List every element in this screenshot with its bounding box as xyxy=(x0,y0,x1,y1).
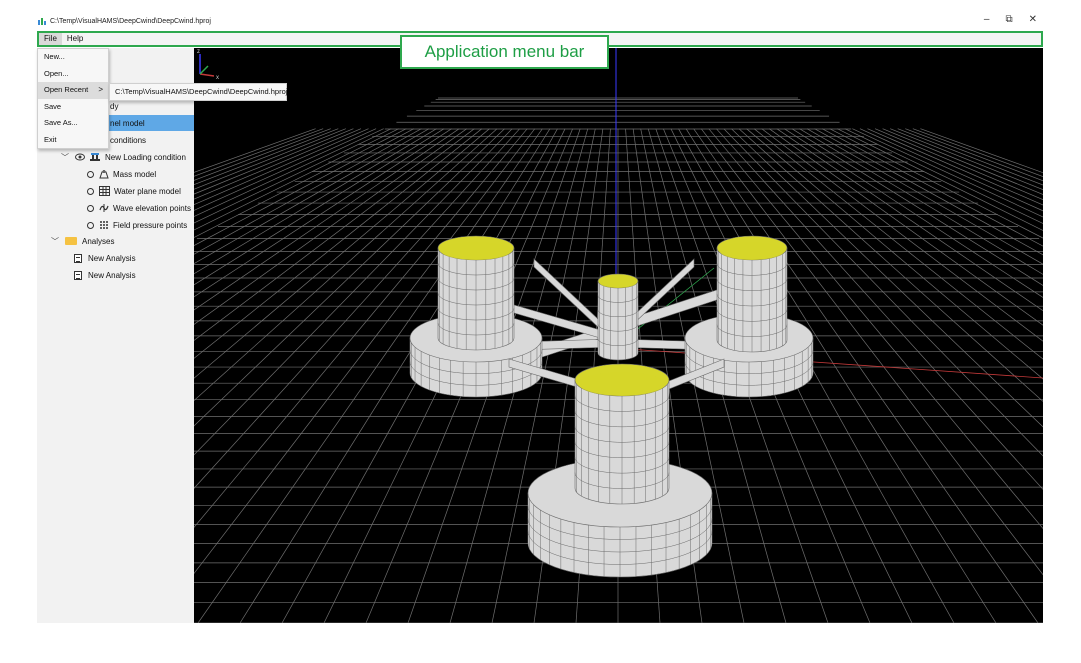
tree-item-label: Field pressure points xyxy=(113,220,188,230)
menu-item-open[interactable]: Open... xyxy=(38,66,108,83)
column xyxy=(716,235,788,353)
tree-item-label: conditions xyxy=(110,135,147,145)
tree-item-loading-condition[interactable]: ﹀ New Loading condition xyxy=(61,149,186,165)
tree-item-label: New Analysis xyxy=(88,253,136,263)
analysis-icon xyxy=(74,270,82,280)
radio-button[interactable] xyxy=(87,170,94,178)
3d-viewport[interactable]: z x xyxy=(194,48,1043,623)
loading-condition-icon xyxy=(90,153,100,161)
app-icon xyxy=(38,18,46,25)
tree-item-label: nel model xyxy=(110,118,145,128)
axis-label-z: z xyxy=(197,49,200,55)
menu-bar-annotation: Application menu bar xyxy=(400,35,609,69)
column xyxy=(574,363,670,505)
chevron-down-icon[interactable]: ﹀ xyxy=(61,152,69,163)
tree-item-wave-elevation-points[interactable]: Wave elevation points xyxy=(87,200,191,216)
menu-item-save-as[interactable]: Save As... xyxy=(38,115,108,132)
chevron-down-icon[interactable]: ﹀ xyxy=(51,236,59,247)
menu-item-open-recent[interactable]: Open Recent > xyxy=(38,82,108,99)
eye-icon[interactable] xyxy=(75,153,85,161)
chevron-right-icon: > xyxy=(98,85,103,95)
tree-item-label: Analyses xyxy=(82,236,115,246)
tree-item-field-pressure-points[interactable]: Field pressure points xyxy=(87,217,187,233)
minimize-button[interactable]: – xyxy=(984,14,990,25)
tree-item-label: dy xyxy=(110,101,119,111)
column xyxy=(437,235,515,351)
axis-triad: z x xyxy=(197,49,219,80)
wave-icon xyxy=(99,204,109,212)
menu-item-save[interactable]: Save xyxy=(38,99,108,116)
tree-item-label: Mass model xyxy=(113,169,157,179)
radio-button[interactable] xyxy=(87,204,94,212)
tree-item-analyses[interactable]: ﹀ Analyses xyxy=(51,233,114,249)
restore-button[interactable]: ⧉ xyxy=(1005,14,1012,25)
tree-item-label: Water plane model xyxy=(114,186,181,196)
close-button[interactable]: ✕ xyxy=(1029,14,1037,25)
tree-item-analysis[interactable]: New Analysis xyxy=(74,250,136,266)
tree-item-label: New Loading condition xyxy=(105,152,186,162)
analysis-icon xyxy=(74,253,82,263)
grid-icon xyxy=(99,186,110,196)
window-title: C:\Temp\VisualHAMS\DeepCwind\DeepCwind.h… xyxy=(50,17,211,25)
menu-file[interactable]: File xyxy=(39,33,62,45)
radio-button[interactable] xyxy=(87,221,94,229)
recent-file-item[interactable]: C:\Temp\VisualHAMS\DeepCwind\DeepCwind.h… xyxy=(115,84,287,100)
column xyxy=(597,273,639,361)
title-bar: C:\Temp\VisualHAMS\DeepCwind\DeepCwind.h… xyxy=(37,12,1043,30)
tree-item-conditions[interactable]: conditions xyxy=(110,132,146,148)
menu-item-label: Open Recent xyxy=(44,85,89,95)
model-render xyxy=(194,48,1043,623)
tree-item-label: New Analysis xyxy=(88,270,136,280)
folder-icon xyxy=(65,237,77,245)
tree-item-label: Wave elevation points xyxy=(113,203,191,213)
axis-label-x: x xyxy=(216,75,219,80)
radio-button[interactable] xyxy=(87,187,94,195)
tree-item-analysis[interactable]: New Analysis xyxy=(74,267,136,283)
points-grid-icon xyxy=(100,221,108,229)
tree-item-mass-model[interactable]: Mass model xyxy=(87,166,156,182)
x-axis-line xyxy=(613,347,1043,379)
menu-item-new[interactable]: New... xyxy=(38,49,108,66)
menu-help[interactable]: Help xyxy=(62,33,88,45)
file-menu-dropdown: New... Open... Open Recent > Save Save A… xyxy=(37,48,109,149)
weight-icon xyxy=(99,169,109,178)
menu-item-exit[interactable]: Exit xyxy=(38,132,108,149)
tree-item-water-plane-model[interactable]: Water plane model xyxy=(87,183,181,199)
recent-files-submenu: C:\Temp\VisualHAMS\DeepCwind\DeepCwind.h… xyxy=(109,83,287,101)
window-controls: – ⧉ ✕ xyxy=(984,14,1037,25)
